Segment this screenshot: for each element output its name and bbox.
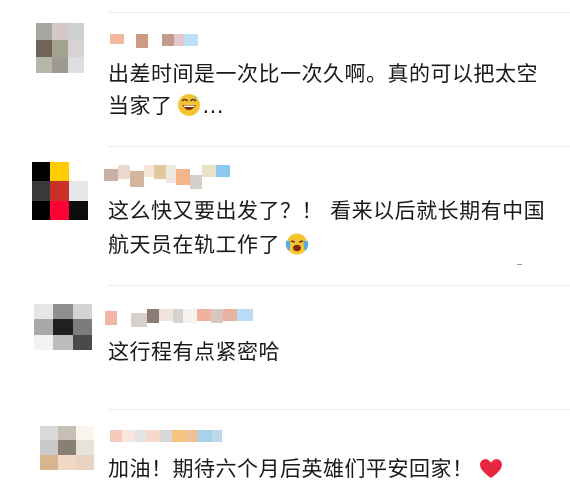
avatar-mosaic-cell	[52, 23, 68, 40]
divider	[108, 12, 570, 13]
comment-text: 这么快又要出发了？！ 看来以后就长期有中国航天员在轨工作了	[108, 194, 558, 266]
username-mosaic-cell	[198, 430, 212, 442]
avatar-mosaic-cell	[50, 201, 69, 220]
username-mosaic-cell	[122, 430, 134, 442]
username-mosaic-cell	[190, 175, 202, 189]
username-mosaic-cell	[104, 169, 118, 181]
username-mosaic-cell	[166, 165, 176, 183]
username-mosaic-cell	[212, 430, 222, 442]
avatar-mosaic-cell	[76, 455, 94, 470]
username-mosaic-cell	[211, 309, 223, 323]
username-mosaic-cell	[202, 165, 216, 177]
divider	[108, 409, 570, 410]
avatar-mosaic-cell	[58, 455, 76, 470]
comment-text: 加油！期待六个月后英雄们平安回家！	[108, 453, 558, 489]
avatar-mosaic-cell	[34, 304, 53, 319]
avatar-mosaic-cell	[76, 440, 94, 455]
username-mosaic-cell	[184, 34, 198, 46]
username-mosaic-cell	[174, 34, 184, 46]
avatar-mosaic-cell	[36, 57, 52, 73]
username-mosaic-cell	[154, 165, 166, 179]
username-mosaic-cell	[172, 430, 186, 442]
comment-text: 这行程有点紧密哈	[108, 336, 558, 368]
avatar-mosaic-cell	[53, 319, 73, 335]
avatar-mosaic-cell	[68, 40, 84, 57]
username-mosaic-cell	[173, 309, 183, 323]
divider	[108, 146, 570, 147]
username-mosaic-cell	[118, 165, 130, 179]
avatar-mosaic-cell	[68, 57, 84, 73]
avatar-mosaic-cell	[68, 23, 84, 40]
ellipsis-text: ...	[202, 94, 225, 118]
avatar[interactable]	[40, 426, 94, 470]
username-blurred[interactable]	[104, 165, 230, 189]
avatar-mosaic-cell	[40, 426, 58, 440]
username-mosaic-cell	[144, 165, 154, 177]
username-mosaic-cell	[216, 165, 230, 177]
username-mosaic-cell	[197, 309, 211, 321]
avatar-mosaic-cell	[58, 426, 76, 440]
username-blurred[interactable]	[110, 34, 198, 48]
avatar[interactable]	[34, 304, 92, 350]
username-mosaic-cell	[148, 34, 162, 44]
username-mosaic-cell	[160, 430, 172, 442]
avatar-mosaic-cell	[52, 40, 68, 57]
avatar-mosaic-cell	[36, 23, 52, 40]
avatar-mosaic-cell	[73, 335, 92, 350]
username-mosaic-cell	[146, 430, 160, 442]
divider	[517, 264, 522, 265]
username-mosaic-cell	[237, 309, 253, 321]
username-mosaic-cell	[186, 430, 198, 442]
username-mosaic-cell	[159, 309, 173, 321]
avatar-mosaic-cell	[32, 162, 50, 181]
avatar-mosaic-cell	[32, 201, 50, 220]
username-mosaic-cell	[136, 34, 148, 48]
avatar-mosaic-cell	[40, 440, 58, 455]
avatar-mosaic-cell	[53, 304, 73, 319]
divider	[108, 285, 570, 286]
avatar-mosaic-cell	[73, 304, 92, 319]
username-blurred[interactable]	[105, 309, 253, 327]
username-mosaic-cell	[117, 309, 131, 323]
grinning-sweat-face-icon	[177, 93, 201, 126]
avatar-mosaic-cell	[69, 181, 88, 201]
avatar-mosaic-cell	[53, 335, 73, 350]
comment-text-content: 这么快又要出发了？！ 看来以后就长期有中国航天员在轨工作了	[108, 199, 546, 257]
avatar-mosaic-cell	[69, 201, 88, 220]
username-mosaic-cell	[162, 34, 174, 46]
username-mosaic-cell	[223, 309, 237, 321]
username-mosaic-cell	[124, 34, 136, 44]
avatar-mosaic-cell	[76, 426, 94, 440]
username-mosaic-cell	[110, 430, 122, 442]
avatar-mosaic-cell	[50, 181, 69, 201]
avatar-mosaic-cell	[36, 40, 52, 57]
avatar-mosaic-cell	[34, 319, 53, 335]
avatar-mosaic-cell	[50, 162, 69, 181]
avatar-mosaic-cell	[69, 162, 88, 181]
username-mosaic-cell	[131, 313, 147, 327]
comment-text-content: 出差时间是一次比一次久啊。真的可以把太空当家了	[108, 62, 538, 118]
avatar-mosaic-cell	[40, 455, 58, 470]
comment-text: 出差时间是一次比一次久啊。真的可以把太空当家了 ...	[108, 58, 558, 126]
avatar-mosaic-cell	[58, 440, 76, 455]
comment-text-content: 加油！期待六个月后英雄们平安回家！	[108, 457, 474, 481]
username-mosaic-cell	[110, 34, 124, 44]
avatar-mosaic-cell	[34, 335, 53, 350]
avatar-mosaic-cell	[32, 181, 50, 201]
red-heart-icon	[478, 456, 504, 489]
avatar-mosaic-cell	[73, 319, 92, 335]
username-mosaic-cell	[105, 311, 117, 325]
username-mosaic-cell	[134, 430, 146, 442]
avatar[interactable]	[32, 162, 88, 220]
comment-text-content: 这行程有点紧密哈	[108, 340, 280, 364]
avatar[interactable]	[36, 23, 84, 73]
username-mosaic-cell	[176, 169, 190, 185]
crying-face-icon	[284, 232, 310, 266]
username-mosaic-cell	[130, 171, 144, 187]
username-blurred[interactable]	[110, 430, 222, 442]
avatar-mosaic-cell	[52, 57, 68, 73]
username-mosaic-cell	[183, 309, 197, 323]
username-mosaic-cell	[147, 309, 159, 323]
